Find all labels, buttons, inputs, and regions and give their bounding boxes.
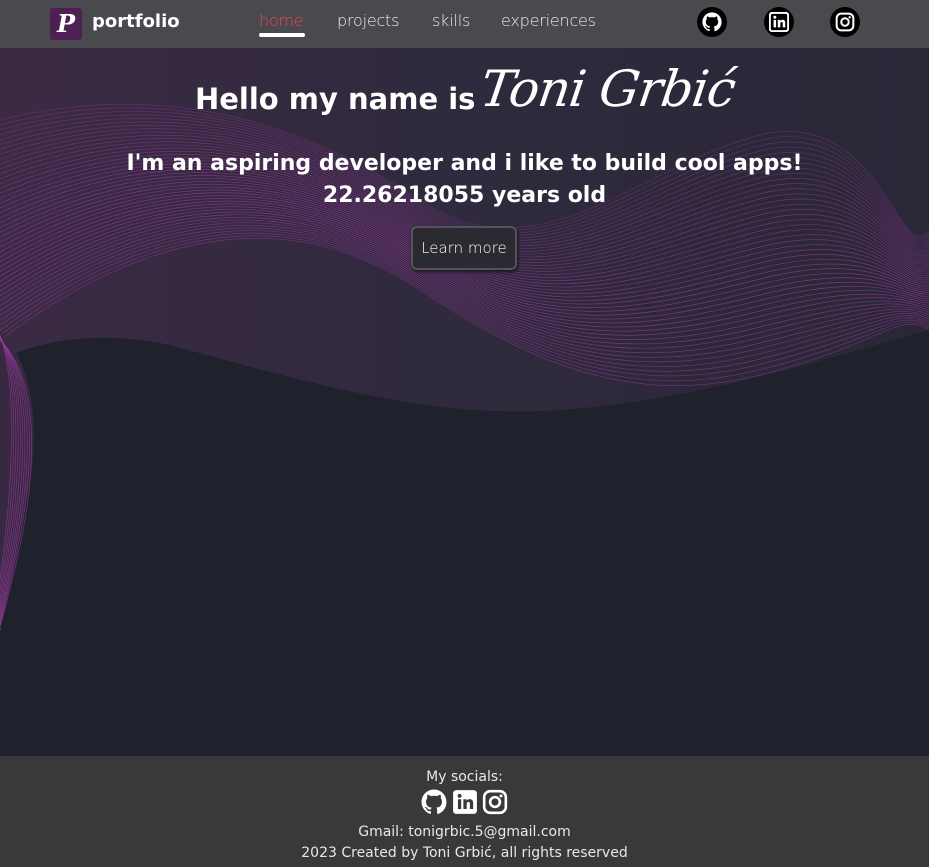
tagline: I'm an aspiring developer and i like to … bbox=[126, 151, 803, 176]
age-counter: 22.26218055 years old bbox=[322, 183, 607, 208]
name-signature: Toni Grbić bbox=[476, 60, 739, 118]
logo-letter: P bbox=[56, 9, 76, 38]
instagram-icon[interactable] bbox=[830, 7, 860, 37]
github-icon[interactable] bbox=[697, 7, 727, 37]
brand-name[interactable]: portfolio bbox=[92, 10, 180, 34]
footer-gmail[interactable]: Gmail: tonigrbic.5@gmail.com bbox=[0, 823, 929, 841]
footer: My socials: Gmail: tonigrbic.5@gmail.com… bbox=[0, 756, 929, 867]
nav-link-home[interactable]: home bbox=[259, 10, 304, 32]
page: P portfolio home projects skills experie… bbox=[0, 0, 929, 867]
linkedin-icon[interactable] bbox=[764, 7, 794, 37]
instagram-icon[interactable] bbox=[482, 789, 508, 815]
hero-heading: Hello my name is Toni Grbić bbox=[0, 60, 929, 120]
logo[interactable]: P bbox=[50, 8, 82, 40]
footer-copyright: 2023 Created by Toni Grbić, all rights r… bbox=[301, 845, 628, 861]
nav-link-projects[interactable]: projects bbox=[337, 10, 399, 32]
nav-link-skills[interactable]: skills bbox=[432, 10, 470, 32]
footer-title: My socials: bbox=[426, 769, 503, 785]
greeting-text: Hello my name is bbox=[194, 82, 476, 116]
navbar: P portfolio home projects skills experie… bbox=[0, 0, 929, 48]
linkedin-icon[interactable] bbox=[452, 789, 478, 815]
github-icon[interactable] bbox=[421, 789, 447, 815]
learn-more-button[interactable]: Learn more bbox=[411, 226, 517, 270]
nav-active-underline bbox=[259, 33, 305, 37]
nav-link-experiences[interactable]: experiences bbox=[501, 10, 596, 32]
footer-social-icons bbox=[421, 789, 511, 815]
